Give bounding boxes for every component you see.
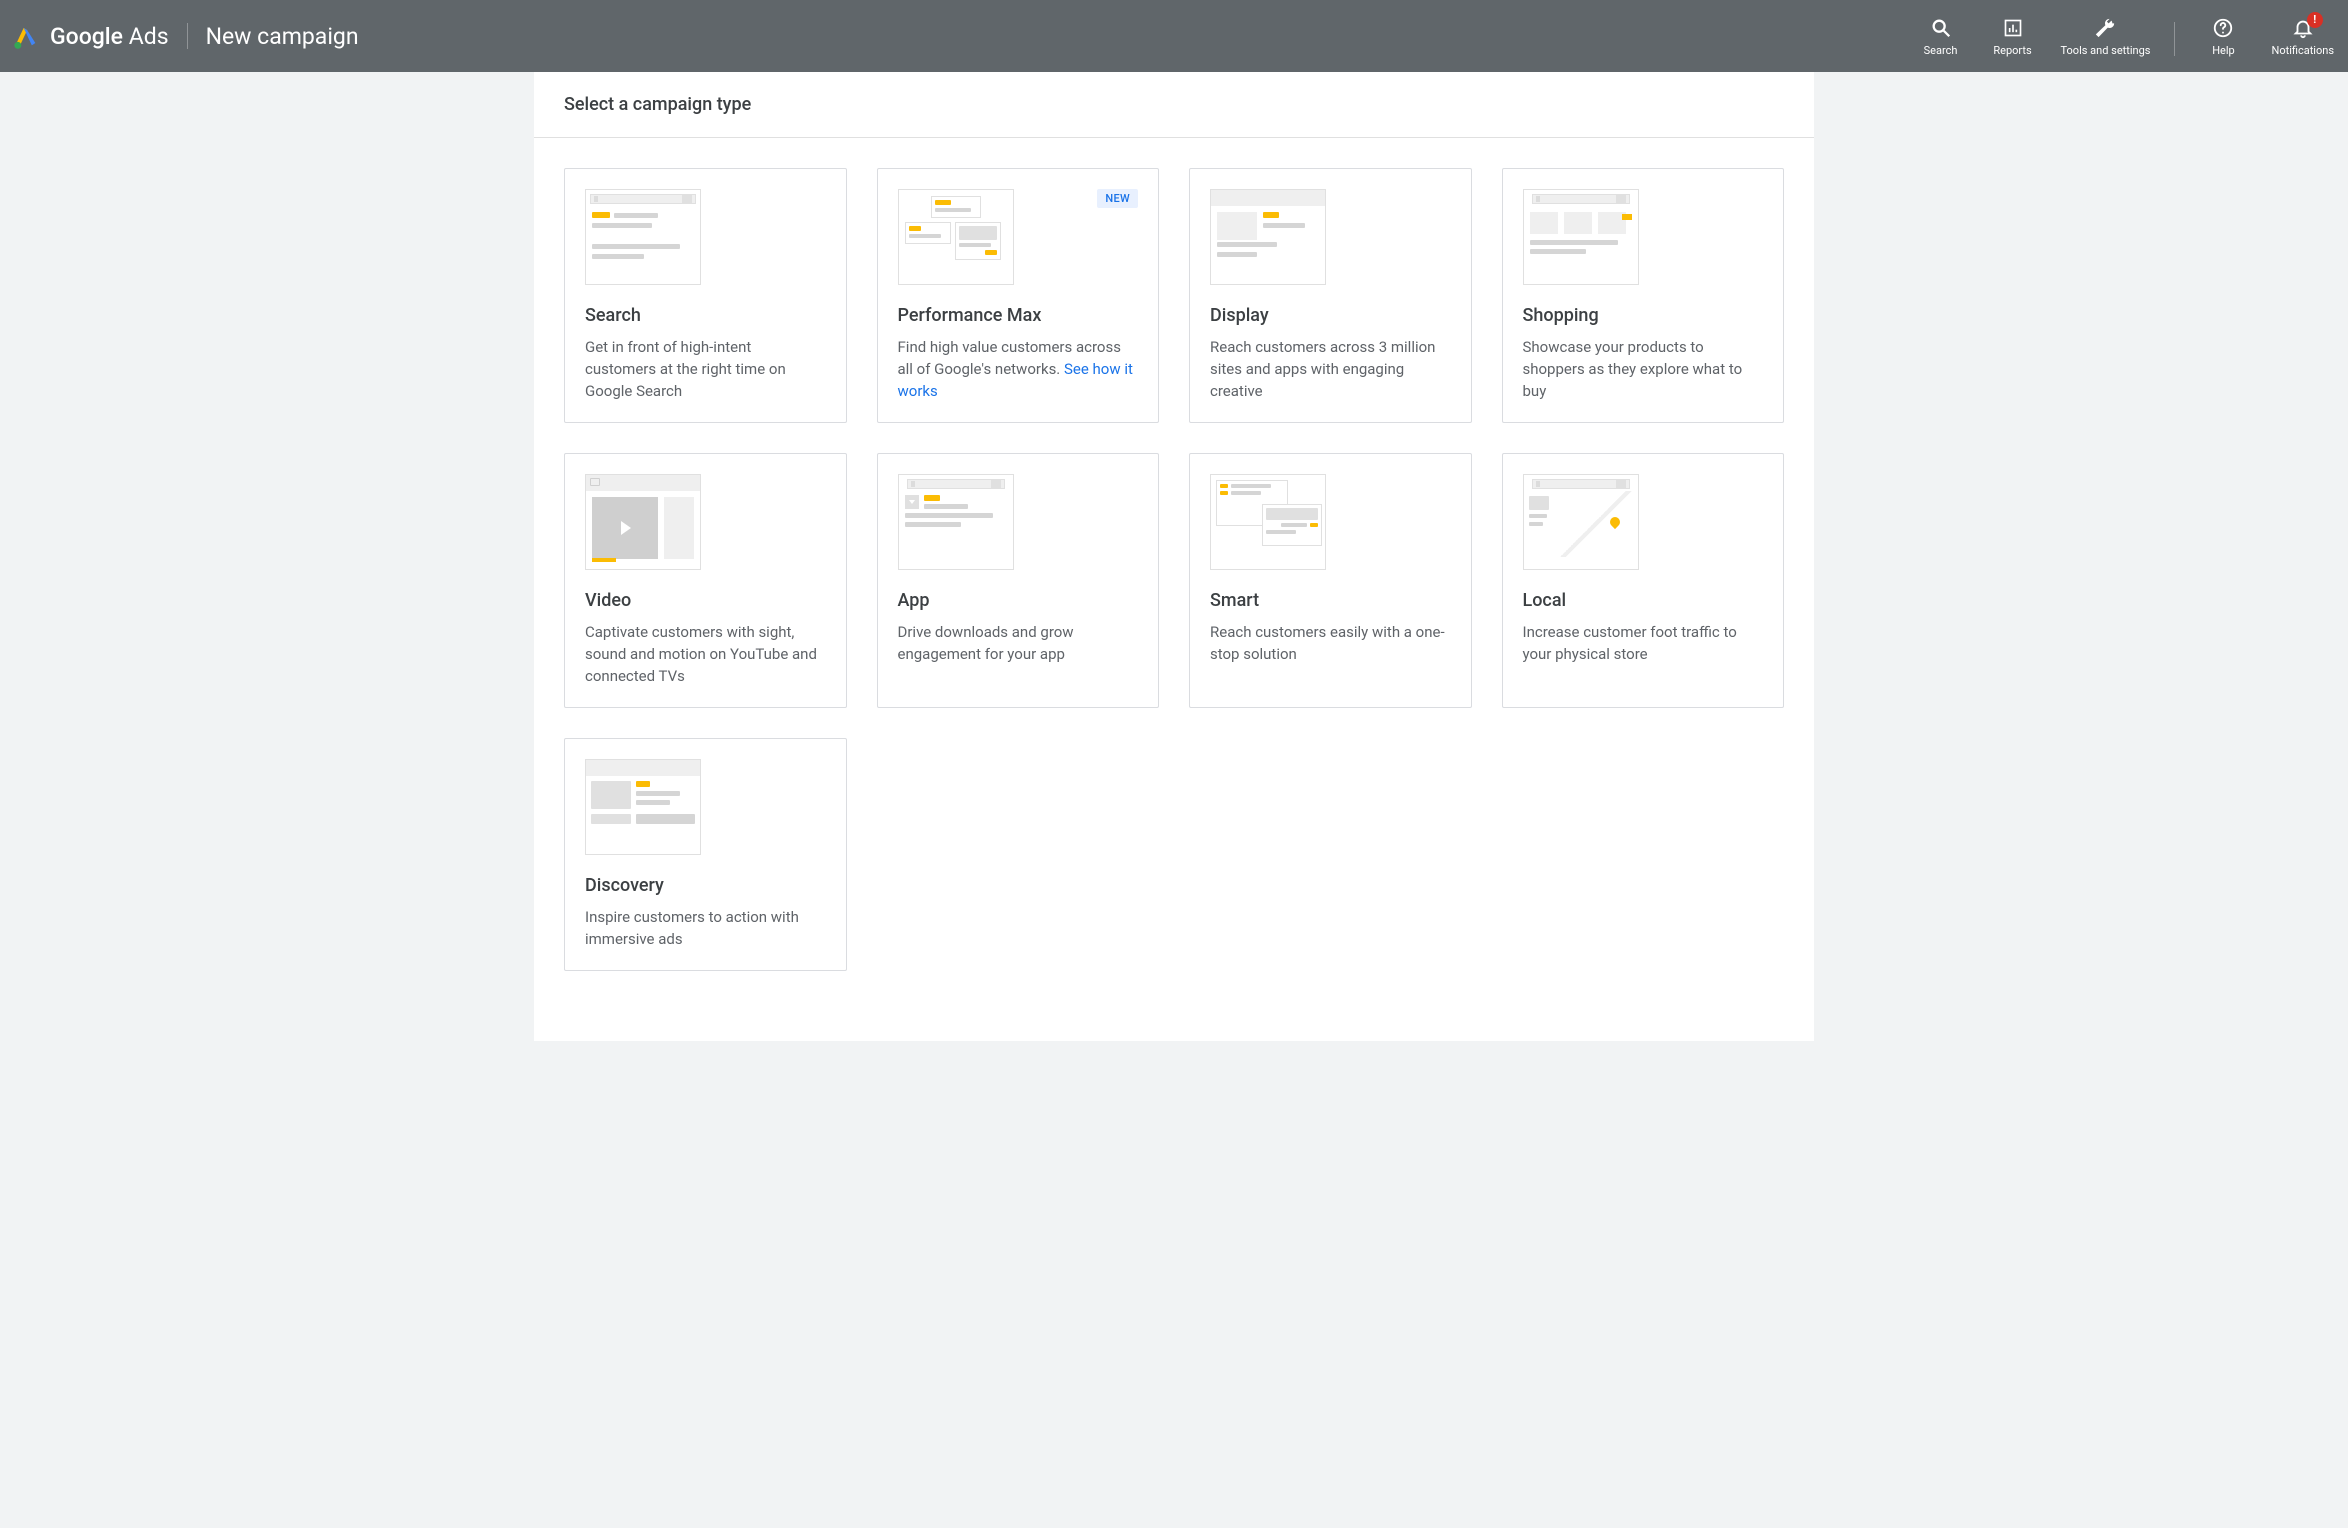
card-title: Search [585, 305, 826, 326]
thumbnail-display-icon [1210, 189, 1326, 285]
thumbnail-search-icon [585, 189, 701, 285]
thumbnail-pmax-icon [898, 189, 1014, 285]
page-title: New campaign [206, 23, 359, 50]
campaign-card-display[interactable]: Display Reach customers across 3 million… [1189, 168, 1472, 423]
wrench-icon [2093, 16, 2117, 40]
campaign-card-performance-max[interactable]: NEW [877, 168, 1160, 423]
card-desc: Showcase your products to shoppers as th… [1523, 336, 1764, 402]
campaign-card-discovery[interactable]: Discovery Inspire customers to action wi… [564, 738, 847, 971]
tools-button[interactable]: Tools and settings [2061, 16, 2151, 57]
thumbnail-shopping-icon [1523, 189, 1639, 285]
card-title: App [898, 590, 1139, 611]
card-desc: Reach customers easily with a one-stop s… [1210, 621, 1451, 665]
thumbnail-smart-icon [1210, 474, 1326, 570]
card-title: Performance Max [898, 305, 1139, 326]
campaign-card-local[interactable]: Local Increase customer foot traffic to … [1502, 453, 1785, 708]
card-desc: Increase customer foot traffic to your p… [1523, 621, 1764, 665]
card-title: Display [1210, 305, 1451, 326]
campaign-card-app[interactable]: App Drive downloads and grow engagement … [877, 453, 1160, 708]
card-desc: Captivate customers with sight, sound an… [585, 621, 826, 687]
notifications-button[interactable]: ! Notifications [2271, 16, 2334, 57]
google-ads-logo-icon [12, 22, 40, 50]
page-container: Select a campaign type [534, 72, 1814, 1041]
campaign-card-video[interactable]: Video Captivate customers with sight, so… [564, 453, 847, 708]
thumbnail-local-icon [1523, 474, 1639, 570]
campaign-type-grid: Search Get in front of high-intent custo… [534, 138, 1814, 1001]
search-icon [1929, 16, 1953, 40]
card-title: Discovery [585, 875, 826, 896]
divider [2174, 22, 2175, 56]
header-right: Search Reports Tools and settings Help ! [1917, 16, 2335, 57]
card-title: Video [585, 590, 826, 611]
card-title: Shopping [1523, 305, 1764, 326]
thumbnail-video-icon [585, 474, 701, 570]
card-desc: Inspire customers to action with immersi… [585, 906, 826, 950]
card-desc: Find high value customers across all of … [898, 336, 1139, 402]
thumbnail-app-icon [898, 474, 1014, 570]
help-button[interactable]: Help [2199, 16, 2247, 57]
card-title: Smart [1210, 590, 1451, 611]
campaign-card-smart[interactable]: Smart Reach customers easily with a one-… [1189, 453, 1472, 708]
search-button[interactable]: Search [1917, 16, 1965, 57]
campaign-card-search[interactable]: Search Get in front of high-intent custo… [564, 168, 847, 423]
brand-text: Google Ads [50, 23, 169, 50]
card-desc: Drive downloads and grow engagement for … [898, 621, 1139, 665]
card-desc: Get in front of high-intent customers at… [585, 336, 826, 402]
card-desc: Reach customers across 3 million sites a… [1210, 336, 1451, 402]
section-title: Select a campaign type [564, 94, 1784, 115]
reports-button[interactable]: Reports [1989, 16, 2037, 57]
help-icon [2211, 16, 2235, 40]
notification-badge: ! [2307, 12, 2323, 28]
thumbnail-discovery-icon [585, 759, 701, 855]
campaign-card-shopping[interactable]: Shopping Showcase your products to shopp… [1502, 168, 1785, 423]
header-left: Google Ads New campaign [12, 22, 359, 50]
divider [187, 23, 188, 49]
bar-chart-icon [2001, 16, 2025, 40]
new-badge: NEW [1097, 189, 1138, 208]
bell-icon: ! [2291, 16, 2315, 40]
section-header: Select a campaign type [534, 72, 1814, 138]
app-header: Google Ads New campaign Search Reports T… [0, 0, 2348, 72]
card-title: Local [1523, 590, 1764, 611]
